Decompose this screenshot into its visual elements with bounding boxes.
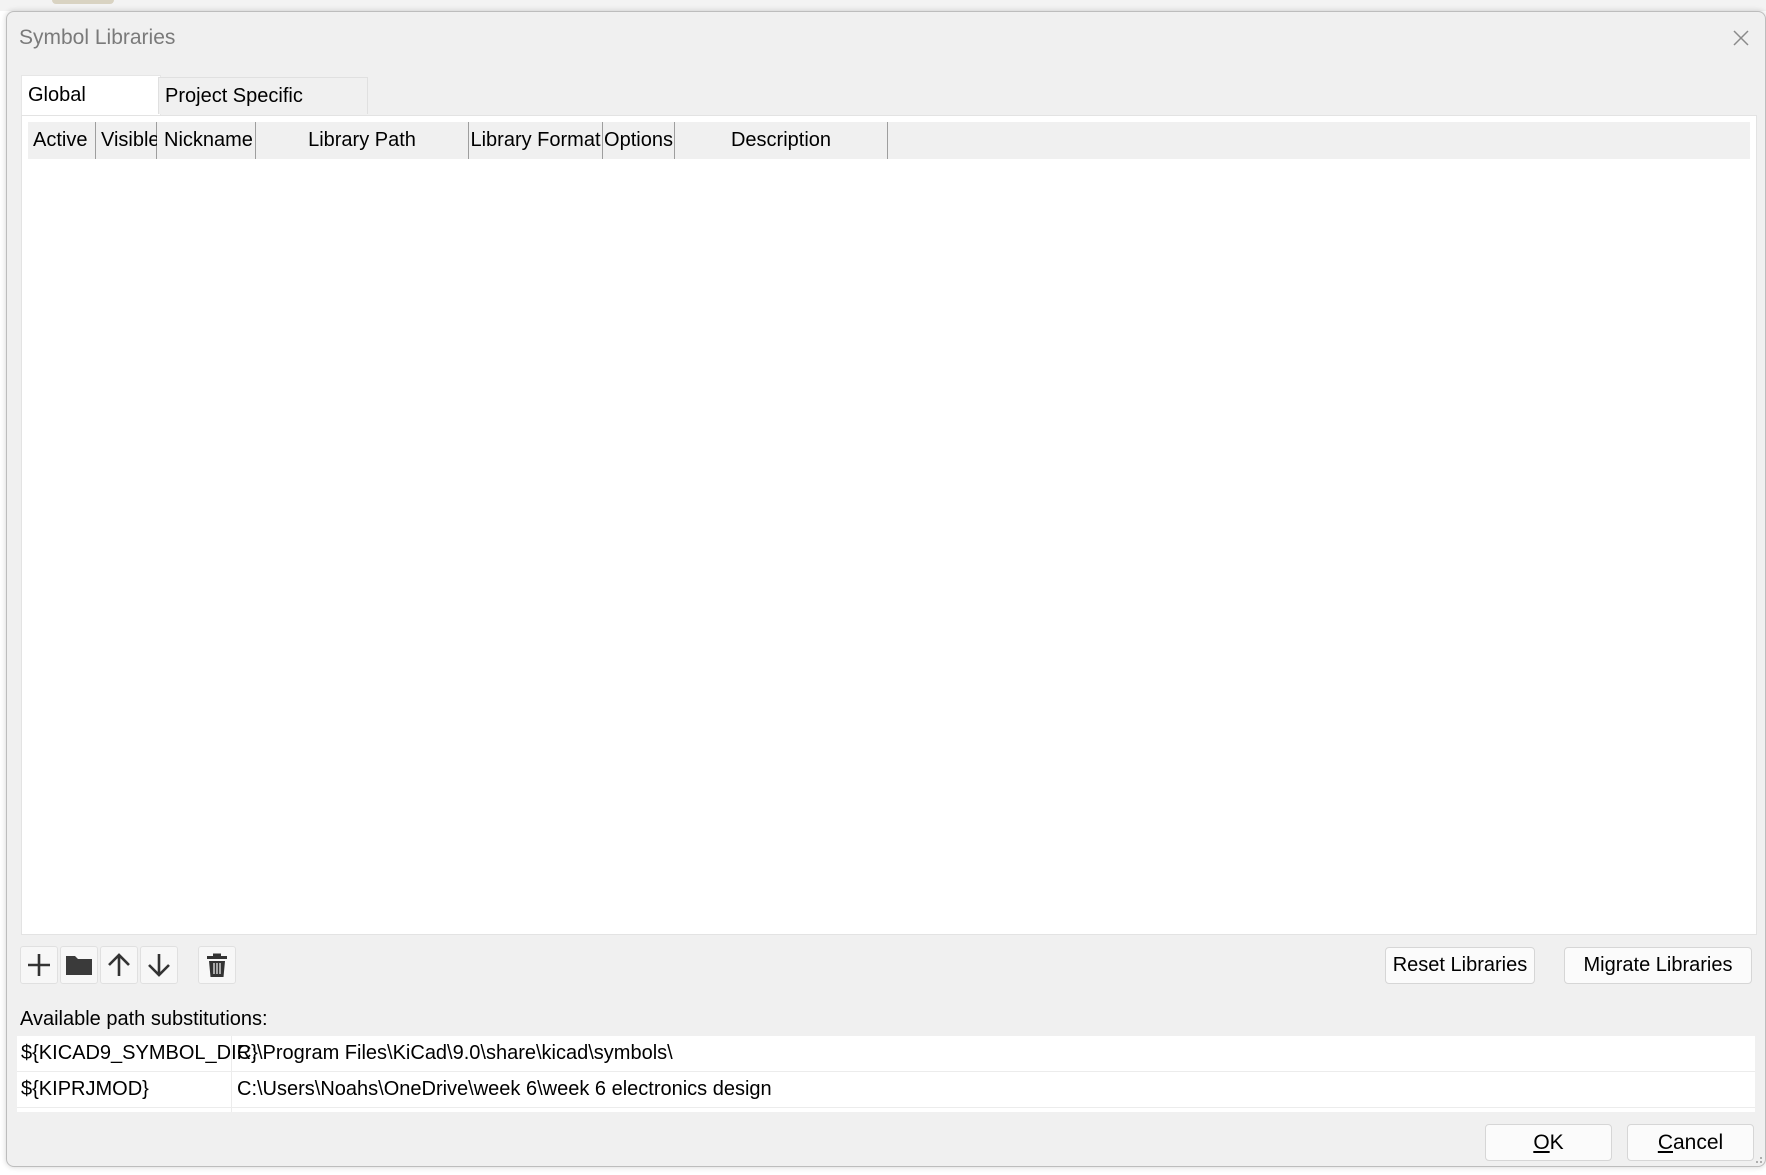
background-titlebar: [0, 0, 1766, 11]
resize-grip-icon[interactable]: [1751, 1152, 1763, 1164]
ok-button[interactable]: OK: [1485, 1124, 1612, 1161]
arrow-down-icon: [148, 954, 170, 977]
column-header-description[interactable]: Description: [675, 122, 888, 159]
reset-libraries-button[interactable]: Reset Libraries: [1385, 947, 1535, 984]
grid-header: Active Visible Nickname Library Path Lib…: [28, 122, 1750, 159]
move-up-button[interactable]: [100, 946, 138, 984]
close-button[interactable]: [1725, 24, 1757, 52]
column-header-visible[interactable]: Visible: [96, 122, 160, 159]
substitution-value: C:\Program Files\KiCad\9.0\share\kicad\s…: [237, 1042, 673, 1064]
remove-library-button[interactable]: [198, 946, 236, 984]
path-substitutions-table: ${KICAD9_SYMBOL_DIR} C:\Program Files\Ki…: [17, 1036, 1755, 1112]
column-header-options[interactable]: Options: [603, 122, 675, 159]
titlebar: Symbol Libraries: [7, 12, 1765, 64]
column-header-nickname[interactable]: Nickname: [157, 122, 256, 159]
column-label: Library Format: [470, 129, 601, 151]
tab-project-specific-libraries[interactable]: Project Specific Libraries: [158, 77, 368, 143]
column-label: Active: [33, 129, 88, 151]
tab-global-libraries[interactable]: Global Libraries: [21, 75, 161, 144]
migrate-libraries-button[interactable]: Migrate Libraries: [1564, 947, 1752, 984]
ok-accelerator: O: [1533, 1131, 1550, 1154]
substitution-name: ${KICAD9_SYMBOL_DIR}: [21, 1042, 258, 1064]
column-label: Visible: [101, 129, 160, 151]
trash-icon: [207, 953, 227, 977]
folder-icon: [66, 956, 92, 975]
path-substitutions-label: Available path substitutions:: [20, 1008, 268, 1030]
close-icon: [1733, 30, 1749, 46]
background-tab: [52, 0, 114, 4]
column-label: Description: [730, 129, 832, 151]
column-label: Library Path: [308, 129, 416, 151]
column-header-library-format[interactable]: Library Format: [469, 122, 603, 159]
column-header-active[interactable]: Active: [28, 122, 96, 159]
cancel-accelerator: C: [1657, 1131, 1673, 1154]
browse-library-button[interactable]: [60, 946, 98, 984]
plus-icon: [28, 954, 50, 976]
table-row: ${KIPRJMOD} C:\Users\Noahs\OneDrive\week…: [17, 1072, 1755, 1108]
add-library-button[interactable]: [20, 946, 58, 984]
libraries-panel: Active Visible Nickname Library Path Lib…: [21, 115, 1757, 935]
libraries-grid[interactable]: Active Visible Nickname Library Path Lib…: [28, 122, 1750, 930]
column-header-library-path[interactable]: Library Path: [256, 122, 469, 159]
column-label: Options: [604, 129, 673, 151]
symbol-libraries-dialog: Symbol Libraries Global Libraries Projec…: [6, 11, 1766, 1167]
dialog-title: Symbol Libraries: [19, 26, 176, 49]
column-label: Nickname: [164, 129, 253, 151]
arrow-up-icon: [108, 953, 130, 976]
move-down-button[interactable]: [140, 946, 178, 984]
cancel-label-rest: ancel: [1672, 1131, 1724, 1154]
ok-label-rest: K: [1549, 1131, 1564, 1154]
substitution-name: ${KIPRJMOD}: [21, 1078, 149, 1100]
table-row: ${KICAD9_SYMBOL_DIR} C:\Program Files\Ki…: [17, 1036, 1755, 1072]
cancel-button[interactable]: Cancel: [1627, 1124, 1754, 1161]
substitution-value: C:\Users\Noahs\OneDrive\week 6\week 6 el…: [237, 1078, 772, 1100]
